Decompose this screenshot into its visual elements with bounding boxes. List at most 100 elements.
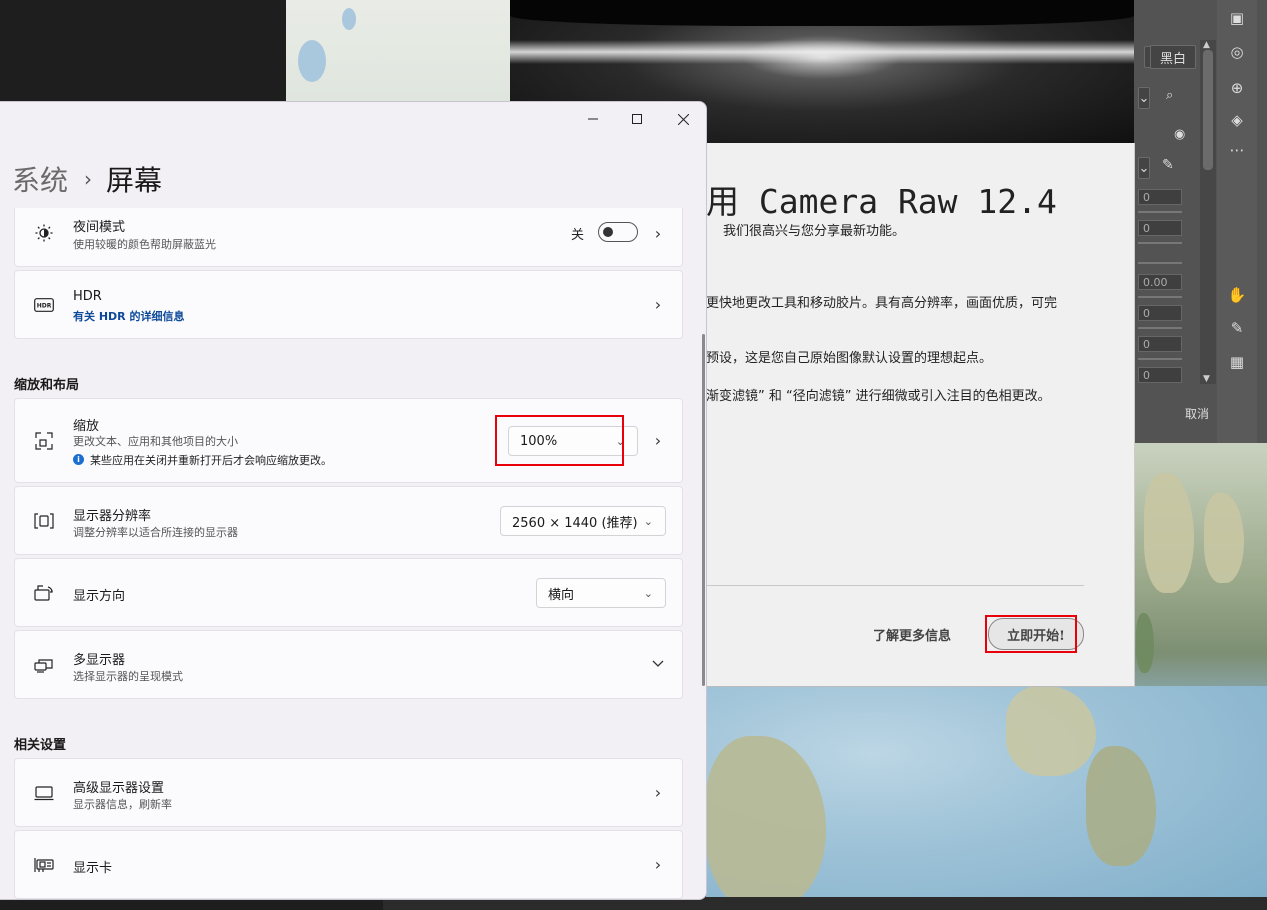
- graphics-title: 显示卡: [73, 861, 113, 876]
- orientation-title: 显示方向: [73, 589, 126, 604]
- map-land: [706, 736, 826, 910]
- hdr-info-link[interactable]: 有关 HDR 的详细信息: [73, 308, 184, 324]
- hdr-card[interactable]: HDR HDR 有关 HDR 的详细信息 ›: [14, 270, 683, 339]
- minimize-button[interactable]: [570, 109, 616, 129]
- scale-card[interactable]: 缩放 更改文本、应用和其他项目的大小 i 某些应用在关闭并重新打开后才会响应缩放…: [14, 398, 683, 483]
- advanced-display-card[interactable]: 高级显示器设置 显示器信息，刷新率 ›: [14, 758, 683, 827]
- background-map-bottom: [706, 686, 1267, 910]
- close-icon: [677, 113, 689, 125]
- scale-highlight-box: [495, 415, 624, 466]
- ps-slider[interactable]: [1138, 358, 1182, 360]
- spot-heal-icon[interactable]: ◈: [1227, 110, 1247, 130]
- breadcrumb: 系统 › 屏幕: [12, 159, 162, 199]
- camera-raw-subtitle: 我们很高兴与您分享最新功能。: [723, 224, 906, 239]
- scale-note: 某些应用在关闭并重新打开后才会响应缩放更改。: [90, 454, 332, 467]
- panel-icon[interactable]: ▣: [1227, 8, 1247, 28]
- breadcrumb-separator: ›: [84, 167, 93, 191]
- ps-cancel-button[interactable]: 取消: [1185, 405, 1209, 422]
- resolution-desc: 调整分辨率以适合所连接的显示器: [73, 526, 238, 539]
- chevron-right-icon: ›: [654, 782, 662, 802]
- info-icon: i: [73, 454, 84, 465]
- chevron-right-icon: ›: [654, 223, 662, 243]
- hand-icon[interactable]: ✋: [1227, 285, 1247, 305]
- camera-raw-line: 更快地更改工具和移动胶片。具有高分辨率，画面优质，可完: [706, 296, 1058, 311]
- scale-desc: 更改文本、应用和其他项目的大小: [73, 435, 238, 448]
- night-light-icon: [33, 222, 55, 244]
- background-map-top: [286, 0, 510, 103]
- scale-icon: [33, 430, 55, 452]
- bw-button[interactable]: 黑白: [1150, 45, 1196, 69]
- hdr-icon: HDR: [33, 294, 55, 316]
- night-light-title: 夜间模式: [73, 220, 126, 235]
- multi-display-title: 多显示器: [73, 653, 126, 668]
- ps-slider[interactable]: [1138, 242, 1182, 244]
- chevron-right-icon: ›: [654, 854, 662, 874]
- page-title: 屏幕: [106, 164, 163, 197]
- resolution-value: 2560 × 1440 (推荐): [512, 515, 638, 531]
- learn-more-link[interactable]: 了解更多信息: [873, 625, 951, 644]
- camera-raw-title: 用 Camera Raw 12.4: [706, 182, 1057, 221]
- monitor-icon: [33, 782, 55, 804]
- ps-tool-sidebar: ▣ ◎ ⊕ ◈ ⋯ ✋ ✎ ▦: [1217, 0, 1257, 443]
- settings-window: 系统 › 屏幕 夜间模式 使用较暖的颜色帮助屏蔽蓝光 关 › HDR HDR 有…: [0, 101, 707, 900]
- orientation-icon: [33, 582, 55, 604]
- ps-slider[interactable]: [1138, 262, 1182, 264]
- maximize-button[interactable]: [614, 109, 660, 129]
- map-lake: [298, 40, 326, 82]
- circle-icon[interactable]: ◎: [1227, 42, 1247, 62]
- resolution-dropdown[interactable]: 2560 × 1440 (推荐) ⌄: [500, 506, 666, 536]
- map-land: [1144, 473, 1194, 593]
- eye-icon[interactable]: ◉: [1174, 127, 1185, 142]
- night-light-desc: 使用较暖的颜色帮助屏蔽蓝光: [73, 238, 216, 251]
- ps-scrollbar[interactable]: ▲ ▼: [1200, 40, 1216, 384]
- divider: [706, 585, 1084, 586]
- multi-display-card[interactable]: 多显示器 选择显示器的呈现模式: [14, 630, 683, 699]
- ps-input[interactable]: 0: [1138, 336, 1182, 352]
- ps-dropdown-button-2[interactable]: ⌄: [1138, 157, 1150, 179]
- camera-raw-line: 渐变滤镜” 和 “径向滤镜” 进行细微或引入注目的色相更改。: [706, 389, 1051, 404]
- ps-slider[interactable]: [1138, 211, 1182, 213]
- ps-input[interactable]: 0: [1138, 220, 1182, 236]
- ps-search-icon[interactable]: ⌕: [1166, 88, 1173, 103]
- svg-text:HDR: HDR: [37, 303, 52, 310]
- ps-input[interactable]: 0: [1138, 189, 1182, 205]
- ps-slider[interactable]: [1138, 296, 1182, 298]
- chevron-right-icon: ›: [654, 294, 662, 314]
- close-button[interactable]: [660, 109, 706, 129]
- eyedropper-icon[interactable]: ✎: [1162, 157, 1174, 173]
- graphics-card[interactable]: 显示卡 ›: [14, 830, 683, 899]
- ps-dropdown-button[interactable]: ⌄: [1138, 87, 1150, 109]
- ps-input[interactable]: 0: [1138, 305, 1182, 321]
- scale-title: 缩放: [73, 419, 100, 434]
- minimize-icon: [588, 118, 598, 120]
- color-sampler-icon[interactable]: ✎: [1227, 318, 1247, 338]
- advanced-display-desc: 显示器信息，刷新率: [73, 798, 172, 811]
- multi-display-icon: [33, 654, 55, 676]
- grid-icon[interactable]: ▦: [1227, 352, 1247, 372]
- settings-scrollbar[interactable]: [702, 334, 705, 686]
- night-light-toggle[interactable]: [598, 222, 638, 242]
- resolution-card[interactable]: 显示器分辨率 调整分辨率以适合所连接的显示器 2560 × 1440 (推荐) …: [14, 486, 683, 555]
- ps-slider[interactable]: [1138, 327, 1182, 329]
- multi-display-desc: 选择显示器的呈现模式: [73, 670, 183, 683]
- graphics-card-icon: [33, 854, 55, 876]
- night-light-card[interactable]: 夜间模式 使用较暖的颜色帮助屏蔽蓝光 关 ›: [14, 208, 683, 267]
- map-lake: [342, 8, 356, 30]
- start-highlight-box: [985, 615, 1077, 653]
- more-icon[interactable]: ⋯: [1227, 140, 1247, 160]
- red-eye-icon[interactable]: ⊕: [1227, 78, 1247, 98]
- chevron-down-icon: ⌄: [643, 514, 653, 528]
- map-land: [1136, 613, 1154, 673]
- advanced-display-title: 高级显示器设置: [73, 781, 165, 796]
- ps-input[interactable]: 0: [1138, 367, 1182, 383]
- map-land: [1204, 493, 1244, 583]
- resolution-icon: [33, 510, 55, 532]
- chevron-down-icon: ⌄: [643, 586, 653, 600]
- section-related: 相关设置: [14, 738, 67, 753]
- camera-raw-dialog: 用 Camera Raw 12.4 我们很高兴与您分享最新功能。 更快地更改工具…: [706, 143, 1135, 687]
- ps-input[interactable]: 0.00: [1138, 274, 1182, 290]
- camera-raw-line: 预设，这是您自己原始图像默认设置的理想起点。: [706, 351, 993, 366]
- breadcrumb-parent[interactable]: 系统: [12, 159, 68, 199]
- orientation-card[interactable]: 显示方向 横向 ⌄: [14, 558, 683, 627]
- orientation-dropdown[interactable]: 横向 ⌄: [536, 578, 666, 608]
